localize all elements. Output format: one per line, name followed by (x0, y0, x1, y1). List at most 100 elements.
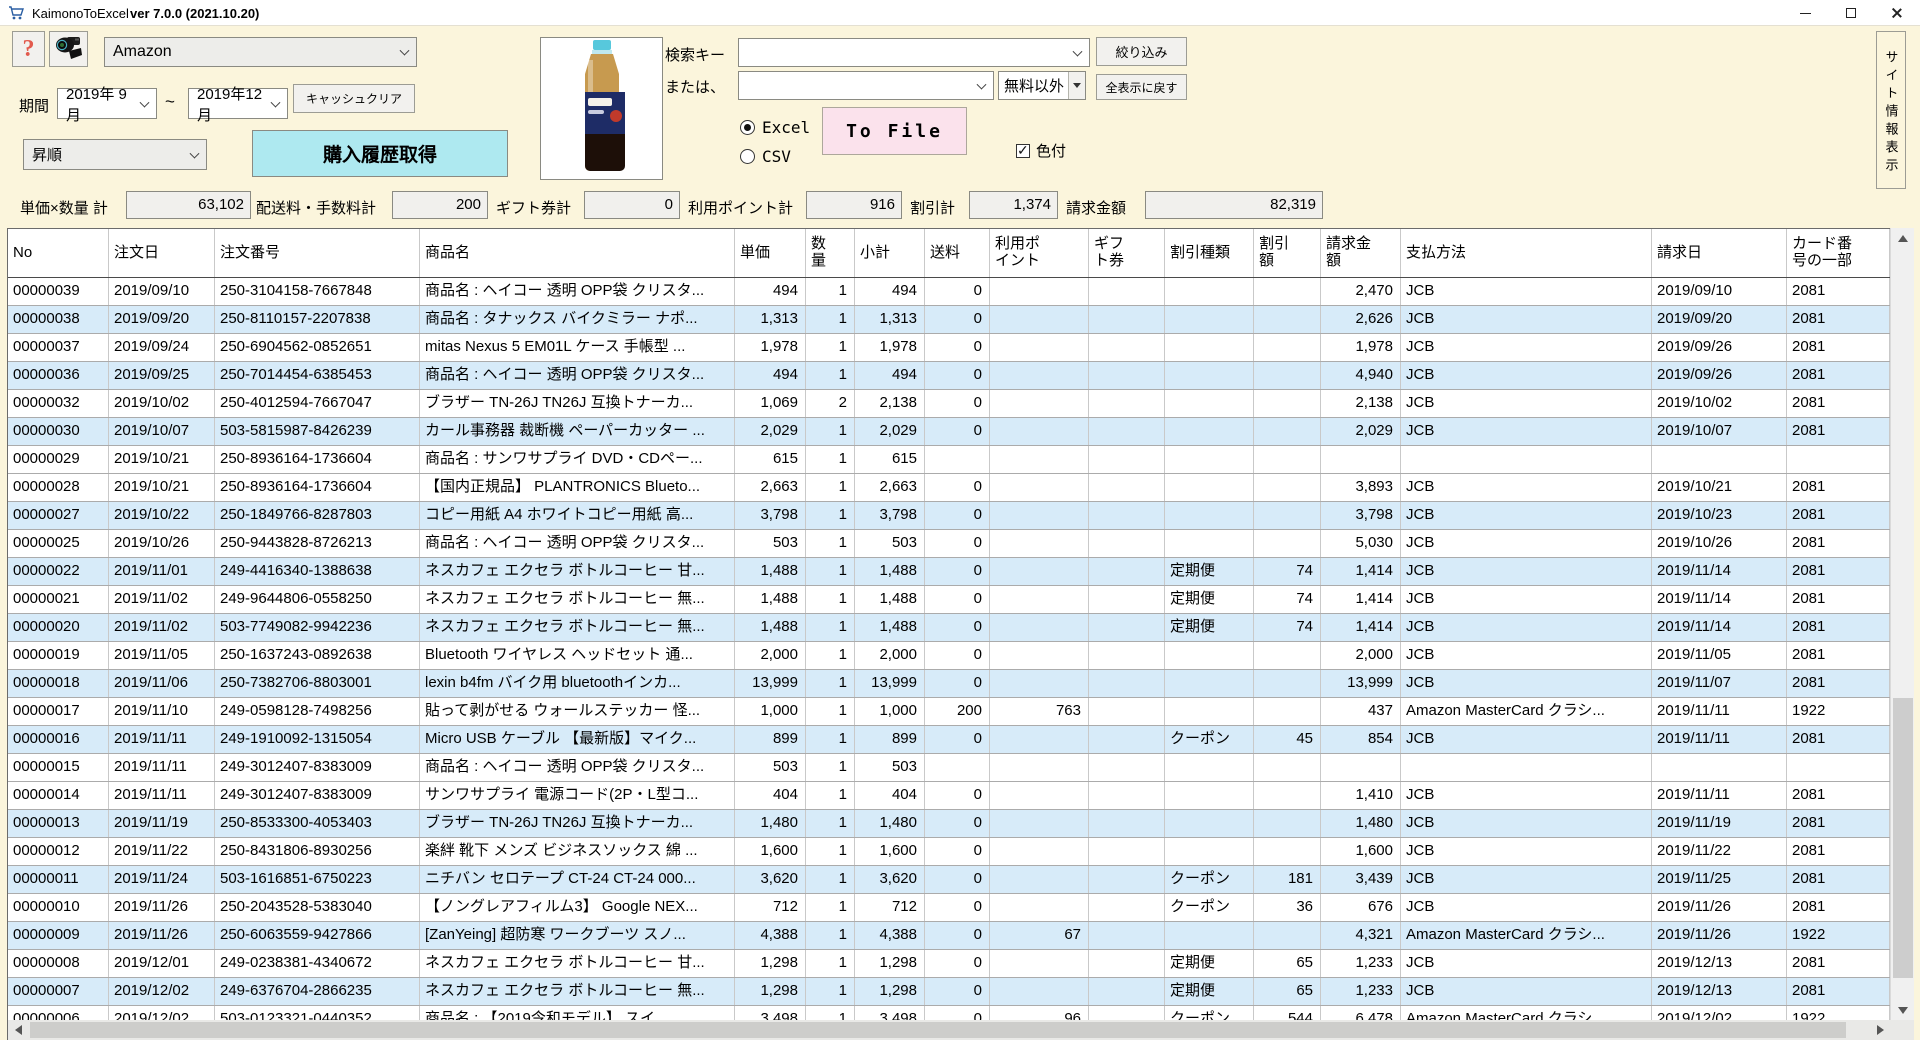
cell-payment[interactable]: Amazon MasterCard クラシ... (1401, 922, 1652, 949)
cell-card[interactable]: 2081 (1787, 586, 1890, 613)
cell-product[interactable]: 商品名 : サンワサプライ DVD・CDペー... (420, 446, 735, 473)
cell-unit-price[interactable]: 503 (735, 754, 806, 781)
cell-points[interactable] (990, 446, 1089, 473)
cell-points[interactable]: 763 (990, 698, 1089, 725)
cell-order-no[interactable]: 503-0123321-0440352 (215, 1006, 420, 1020)
cell-billed-amount[interactable]: 3,893 (1321, 474, 1401, 501)
cell-no[interactable]: 00000036 (8, 362, 109, 389)
col-header-unit-price[interactable]: 単価 (735, 229, 806, 277)
cell-order-date[interactable]: 2019/11/06 (109, 670, 215, 697)
cell-points[interactable] (990, 726, 1089, 753)
cell-subtotal[interactable]: 1,000 (855, 698, 925, 725)
col-header-shipping[interactable]: 送料 (925, 229, 990, 277)
cell-shipping[interactable]: 0 (925, 614, 990, 641)
table-row[interactable]: 000000362019/09/25250-7014454-6385453商品名… (8, 362, 1890, 390)
scroll-up-button[interactable] (1891, 228, 1915, 248)
cell-qty[interactable]: 1 (806, 950, 855, 977)
cell-card[interactable]: 2081 (1787, 418, 1890, 445)
cell-order-no[interactable]: 250-7382706-8803001 (215, 670, 420, 697)
cell-payment[interactable]: Amazon MasterCard クラシ... (1401, 698, 1652, 725)
cell-shipping[interactable]: 0 (925, 726, 990, 753)
cell-product[interactable]: 商品名 : ヘイコー 透明 OPP袋 クリスタ... (420, 530, 735, 557)
cell-subtotal[interactable]: 1,488 (855, 558, 925, 585)
cell-order-no[interactable]: 249-6376704-2866235 (215, 978, 420, 1005)
cell-billed-amount[interactable]: 1,414 (1321, 586, 1401, 613)
cell-qty[interactable]: 1 (806, 642, 855, 669)
cell-discount-type[interactable] (1165, 782, 1254, 809)
cell-product[interactable]: ブラザー TN-26J TN26J 互換トナーカ... (420, 390, 735, 417)
col-header-gift[interactable]: ギフト券 (1089, 229, 1165, 277)
col-header-points[interactable]: 利用ポイント (990, 229, 1089, 277)
cell-shipping[interactable]: 0 (925, 894, 990, 921)
cell-discount-amount[interactable]: 74 (1254, 614, 1321, 641)
cell-product[interactable]: ネスカフェ エクセラ ボトルコーヒー 甘... (420, 558, 735, 585)
site-info-toggle[interactable]: サイト情報表示 (1876, 31, 1906, 189)
col-header-order-no[interactable]: 注文番号 (215, 229, 420, 277)
cell-discount-amount[interactable] (1254, 642, 1321, 669)
cell-unit-price[interactable]: 1,313 (735, 306, 806, 333)
cell-subtotal[interactable]: 3,798 (855, 502, 925, 529)
cell-payment[interactable]: JCB (1401, 810, 1652, 837)
cell-no[interactable]: 00000007 (8, 978, 109, 1005)
show-all-button[interactable]: 全表示に戻す (1096, 74, 1187, 100)
cell-order-no[interactable]: 250-8936164-1736604 (215, 474, 420, 501)
col-header-qty[interactable]: 数量 (806, 229, 855, 277)
cell-discount-amount[interactable] (1254, 446, 1321, 473)
cell-unit-price[interactable]: 503 (735, 530, 806, 557)
cell-no[interactable]: 00000017 (8, 698, 109, 725)
cell-gift[interactable] (1089, 390, 1165, 417)
cell-order-no[interactable]: 249-1910092-1315054 (215, 726, 420, 753)
cell-card[interactable]: 2081 (1787, 474, 1890, 501)
cell-no[interactable]: 00000018 (8, 670, 109, 697)
cell-order-no[interactable]: 250-1637243-0892638 (215, 642, 420, 669)
cell-billed-amount[interactable]: 4,321 (1321, 922, 1401, 949)
cell-payment[interactable]: JCB (1401, 306, 1652, 333)
col-header-payment[interactable]: 支払方法 (1401, 229, 1652, 277)
cell-billed-amount[interactable]: 2,138 (1321, 390, 1401, 417)
cell-no[interactable]: 00000027 (8, 502, 109, 529)
cell-card[interactable]: 2081 (1787, 866, 1890, 893)
cell-discount-type[interactable] (1165, 642, 1254, 669)
cell-shipping[interactable]: 0 (925, 670, 990, 697)
cell-shipping[interactable]: 0 (925, 362, 990, 389)
cell-payment[interactable]: JCB (1401, 642, 1652, 669)
cell-product[interactable]: [ZanYeing] 超防寒 ワークブーツ スノ... (420, 922, 735, 949)
table-row[interactable]: 000000062019/12/02503-0123321-0440352商品名… (8, 1006, 1890, 1020)
cell-unit-price[interactable]: 3,620 (735, 866, 806, 893)
cell-points[interactable] (990, 782, 1089, 809)
cell-bill-date[interactable]: 2019/12/02 (1652, 1006, 1787, 1020)
cell-discount-type[interactable] (1165, 922, 1254, 949)
cell-gift[interactable] (1089, 614, 1165, 641)
cell-product[interactable]: ネスカフェ エクセラ ボトルコーヒー 無... (420, 978, 735, 1005)
cell-discount-type[interactable] (1165, 698, 1254, 725)
cell-payment[interactable]: JCB (1401, 390, 1652, 417)
cell-unit-price[interactable]: 1,069 (735, 390, 806, 417)
cell-unit-price[interactable]: 2,663 (735, 474, 806, 501)
cell-points[interactable] (990, 642, 1089, 669)
period-from-select[interactable]: 2019年 9月 (57, 88, 157, 119)
cell-payment[interactable]: JCB (1401, 950, 1652, 977)
table-row[interactable]: 000000372019/09/24250-6904562-0852651mit… (8, 334, 1890, 362)
col-header-card[interactable]: カード番号の一部 (1787, 229, 1890, 277)
cell-bill-date[interactable]: 2019/12/13 (1652, 978, 1787, 1005)
cell-discount-type[interactable] (1165, 838, 1254, 865)
cell-unit-price[interactable]: 1,488 (735, 586, 806, 613)
cell-product[interactable]: 【国内正規品】 PLANTRONICS Blueto... (420, 474, 735, 501)
cell-order-no[interactable]: 250-4012594-7667047 (215, 390, 420, 417)
cell-shipping[interactable]: 0 (925, 278, 990, 305)
cell-order-date[interactable]: 2019/11/19 (109, 810, 215, 837)
cell-discount-amount[interactable]: 65 (1254, 978, 1321, 1005)
cell-card[interactable]: 2081 (1787, 390, 1890, 417)
cell-payment[interactable]: JCB (1401, 558, 1652, 585)
cell-discount-amount[interactable] (1254, 474, 1321, 501)
cell-bill-date[interactable]: 2019/11/14 (1652, 586, 1787, 613)
cell-unit-price[interactable]: 3,798 (735, 502, 806, 529)
cell-payment[interactable]: JCB (1401, 978, 1652, 1005)
cell-points[interactable] (990, 306, 1089, 333)
cell-points[interactable] (990, 474, 1089, 501)
cache-clear-button[interactable]: キャッシュクリア (293, 84, 415, 113)
table-row[interactable]: 000000202019/11/02503-7749082-9942236ネスカ… (8, 614, 1890, 642)
cell-points[interactable] (990, 502, 1089, 529)
cell-unit-price[interactable]: 1,488 (735, 558, 806, 585)
col-header-subtotal[interactable]: 小計 (855, 229, 925, 277)
